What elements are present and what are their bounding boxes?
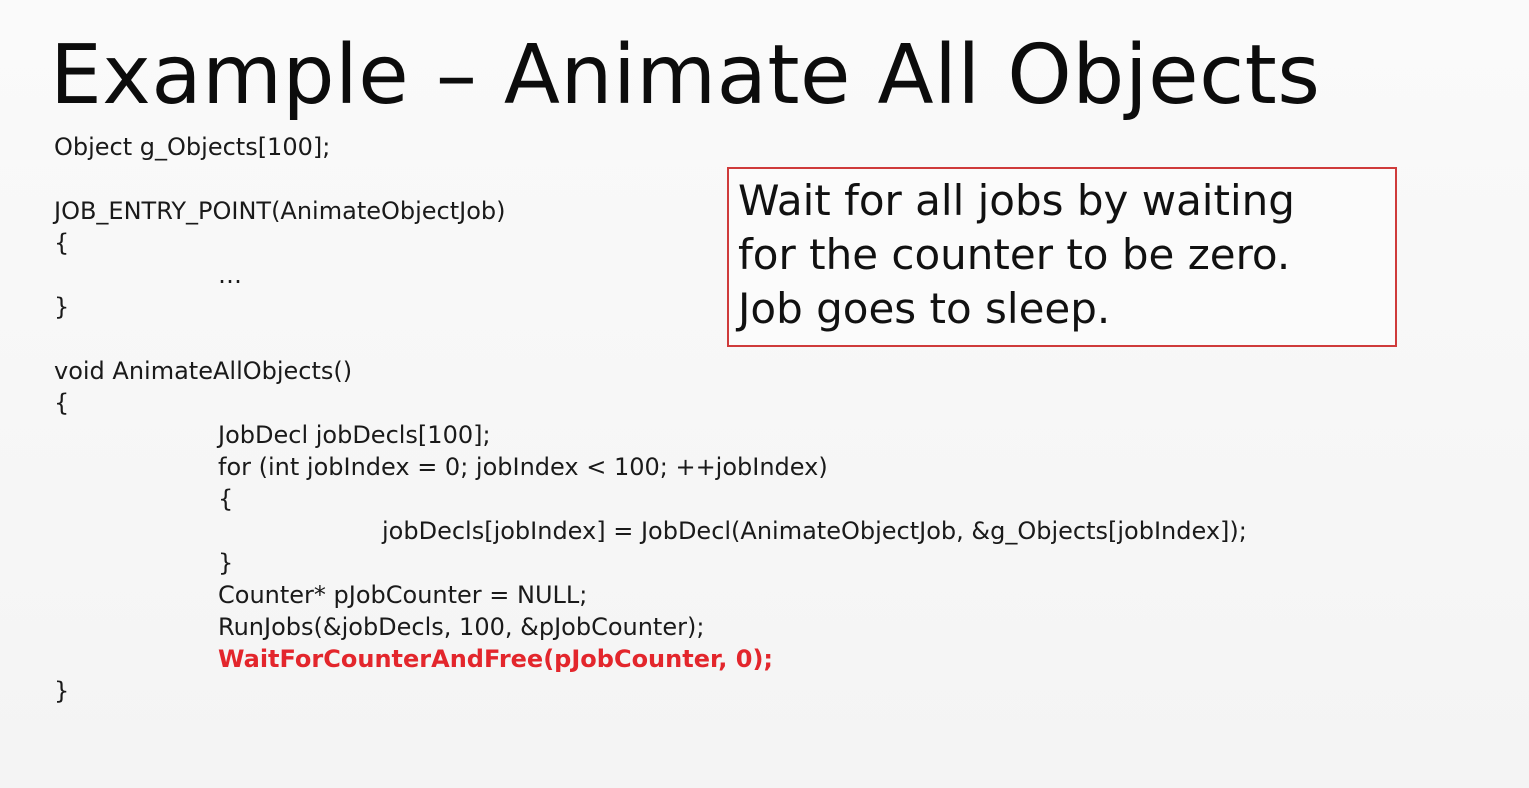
slide: Example – Animate All Objects Object g_O… <box>0 0 1529 788</box>
code-line: jobDecls[jobIndex] = JobDecl(AnimateObje… <box>382 517 1247 545</box>
code-line: JobDecl jobDecls[100]; <box>218 421 491 449</box>
callout-line: Job goes to sleep. <box>738 284 1111 333</box>
code-line: } <box>218 549 234 577</box>
code-block: Object g_Objects[100]; JOB_ENTRY_POINT(A… <box>0 0 1529 788</box>
code-line: { <box>218 485 234 513</box>
code-line: … <box>218 261 242 289</box>
code-line: Object g_Objects[100]; <box>54 133 331 161</box>
code-line: for (int jobIndex = 0; jobIndex < 100; +… <box>218 453 828 481</box>
code-line: { <box>54 389 70 417</box>
code-line: { <box>54 229 70 257</box>
callout-line: for the counter to be zero. <box>738 230 1291 279</box>
callout-box: Wait for all jobs by waiting for the cou… <box>727 167 1397 347</box>
code-line: } <box>54 677 70 705</box>
callout-line: Wait for all jobs by waiting <box>738 176 1295 225</box>
code-line: } <box>54 293 70 321</box>
code-line: JOB_ENTRY_POINT(AnimateObjectJob) <box>54 197 506 225</box>
highlighted-code-line: WaitForCounterAndFree(pJobCounter, 0); <box>218 645 774 673</box>
code-line: void AnimateAllObjects() <box>54 357 353 385</box>
code-line: Counter* pJobCounter = NULL; <box>218 581 588 609</box>
code-line: RunJobs(&jobDecls, 100, &pJobCounter); <box>218 613 705 641</box>
